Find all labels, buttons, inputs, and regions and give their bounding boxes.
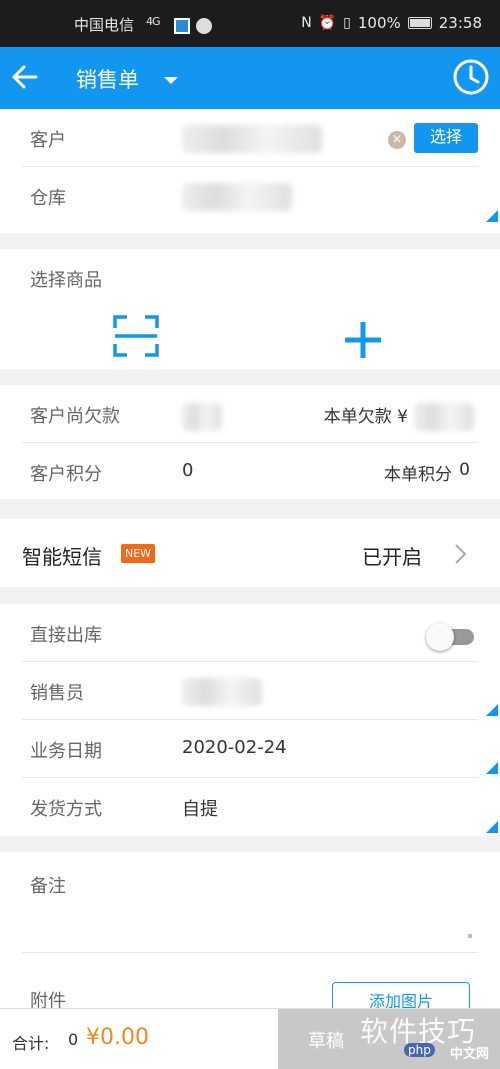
customer-debt-label: 客户尚欠款 — [30, 406, 120, 427]
direct-out-label: 直接出库 — [30, 625, 102, 646]
clock-time: 23:58 — [438, 14, 482, 32]
dropdown-corner-icon — [486, 210, 498, 222]
smart-sms-row[interactable]: 智能短信 NEW 已开启 — [0, 519, 500, 587]
order-debt-blurred — [414, 403, 474, 431]
customer-label: 客户 — [30, 130, 66, 151]
warehouse-label: 仓库 — [30, 188, 66, 209]
vibrate-icon: ▯ — [343, 15, 351, 31]
remark-label: 备注 — [30, 876, 66, 897]
order-points-label: 本单积分 — [384, 465, 452, 485]
dropdown-corner-icon — [486, 704, 498, 716]
warehouse-row[interactable]: 仓库 — [22, 167, 498, 225]
add-goods-plus-icon[interactable] — [343, 320, 383, 360]
points-row: 客户积分 0 本单积分 0 — [22, 443, 478, 501]
smart-sms-status: 已开启 — [362, 545, 422, 569]
total-amount: ¥0.00 — [86, 1025, 149, 1050]
goods-section: 选择商品 — [0, 249, 500, 369]
history-clock-icon[interactable] — [452, 58, 490, 96]
debt-row: 客户尚欠款 本单欠款 ¥ — [22, 385, 478, 443]
warehouse-value-blurred — [182, 183, 292, 211]
delivery-value: 自提 — [182, 799, 218, 820]
divider — [22, 952, 478, 953]
select-customer-button[interactable]: 选择 — [414, 123, 478, 153]
watermark-site: 中文网 — [450, 1047, 490, 1062]
customer-value-blurred — [182, 125, 322, 153]
order-debt-label: 本单欠款 ¥ — [323, 407, 408, 427]
clear-customer-icon[interactable]: × — [388, 131, 406, 149]
status-bar: 中国电信 4G N ⏰ ▯ 100% 23:58 — [0, 0, 500, 47]
smart-sms-label: 智能短信 — [22, 545, 102, 569]
notification-circle-icon — [196, 18, 212, 34]
direct-out-row: 直接出库 — [22, 604, 478, 662]
signal-indicator: 4G — [146, 15, 160, 28]
customer-points-value: 0 — [182, 460, 194, 481]
toggle-knob — [426, 623, 454, 651]
date-value: 2020-02-24 — [182, 737, 287, 758]
salesperson-value-blurred — [182, 678, 262, 706]
customer-points-label: 客户积分 — [30, 464, 102, 485]
chevron-right-icon — [455, 544, 467, 564]
notification-app-icon — [174, 18, 190, 34]
goods-title: 选择商品 — [30, 270, 102, 291]
nfc-icon: N — [301, 15, 312, 31]
battery-percent: 100% — [357, 14, 401, 32]
customer-row[interactable]: 客户 × 选择 — [22, 109, 478, 167]
new-badge: NEW — [121, 544, 156, 563]
customer-section: 客户 × 选择 仓库 — [0, 109, 500, 233]
watermark-logo: php — [404, 1043, 435, 1057]
app-root: 中国电信 4G N ⏰ ▯ 100% 23:58 销售单 客户 × 选择 仓库 … — [0, 0, 500, 1069]
goods-title-row: 选择商品 — [22, 249, 478, 304]
salesperson-row[interactable]: 销售员 — [22, 662, 498, 720]
status-right-group: N ⏰ ▯ 100% 23:58 — [301, 14, 482, 32]
date-row[interactable]: 业务日期 2020-02-24 — [22, 720, 498, 778]
page-title[interactable]: 销售单 — [76, 64, 139, 94]
delivery-row[interactable]: 发货方式 自提 — [22, 778, 498, 836]
salesperson-label: 销售员 — [30, 683, 84, 704]
alarm-icon: ⏰ — [318, 15, 337, 31]
carrier-name: 中国电信 — [74, 16, 135, 34]
dropdown-corner-icon — [486, 762, 498, 774]
details-section: 直接出库 销售员 业务日期 2020-02-24 发货方式 自提 — [0, 604, 500, 836]
back-arrow-icon[interactable] — [8, 60, 42, 94]
debt-section: 客户尚欠款 本单欠款 ¥ 客户积分 0 本单积分 0 — [0, 385, 500, 499]
title-dropdown-caret-icon[interactable] — [164, 77, 178, 84]
app-header: 销售单 — [0, 47, 500, 109]
total-count: 0 — [68, 1030, 79, 1049]
direct-out-toggle[interactable] — [426, 623, 474, 651]
date-label: 业务日期 — [30, 741, 102, 762]
remark-resize-handle[interactable] — [468, 934, 472, 938]
total-label: 合计: — [12, 1034, 50, 1053]
battery-icon — [407, 17, 432, 29]
order-points-value: 0 — [459, 460, 470, 480]
delivery-label: 发货方式 — [30, 799, 102, 820]
dropdown-corner-icon — [486, 821, 498, 833]
scan-barcode-icon[interactable] — [113, 314, 159, 358]
customer-debt-blurred — [182, 403, 222, 431]
remark-section: 备注 附件 添加图片 — [0, 852, 500, 1018]
